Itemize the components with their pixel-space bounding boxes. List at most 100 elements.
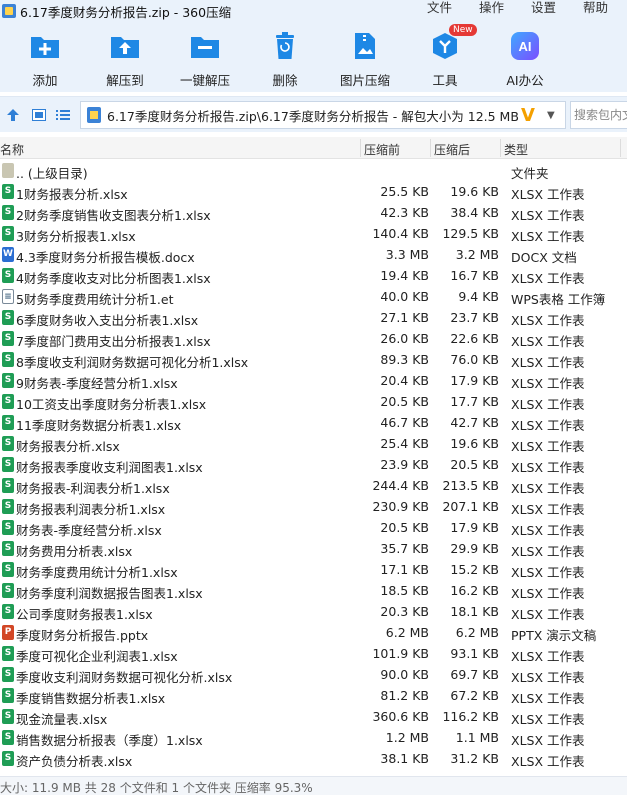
file-type: XLSX 工作表 <box>511 460 585 475</box>
file-name: 现金流量表.xlsx <box>16 712 108 727</box>
svg-text:AI: AI <box>519 39 532 54</box>
tools-button[interactable]: New 工具 <box>410 24 480 89</box>
xlsx-file-icon: S <box>2 205 14 220</box>
menu-settings[interactable]: 设置 <box>531 0 556 16</box>
file-name: 财务季度费用统计分析1.xlsx <box>16 565 178 580</box>
file-name: 2财务季度销售收支图表分析1.xlsx <box>16 208 211 223</box>
file-row[interactable]: S 季度可视化企业利润表1.xlsx 101.9 KB 93.1 KB XLSX 工作表 <box>0 643 627 664</box>
file-type: XLSX 工作表 <box>511 313 585 328</box>
file-packed-size: 67.2 KB <box>450 688 499 703</box>
file-packed-size: 3.2 MB <box>455 247 499 262</box>
file-row[interactable]: S 财务报表分析.xlsx 25.4 KB 19.6 KB XLSX 工作表 <box>0 433 627 454</box>
brand-v-icon[interactable]: V <box>521 105 541 126</box>
one-click-extract-button[interactable]: 一键解压 <box>170 30 240 89</box>
file-row[interactable]: S 3财务分析报表1.xlsx 140.4 KB 129.5 KB XLSX 工作表 <box>0 223 627 244</box>
file-row[interactable]: W 4.3季度财务分析报告模板.docx 3.3 MB 3.2 MB DOCX 文档 <box>0 244 627 265</box>
add-button[interactable]: 添加 <box>10 30 80 89</box>
xlsx-file-icon: S <box>2 331 14 346</box>
file-row[interactable]: S 2财务季度销售收支图表分析1.xlsx 42.3 KB 38.4 KB XLSX 工… <box>0 202 627 223</box>
file-row[interactable]: S 季度销售数据分析表1.xlsx 81.2 KB 67.2 KB XLSX 工作表 <box>0 685 627 706</box>
parent-directory-row[interactable]: .. (上级目录) 文件夹 <box>0 160 627 181</box>
file-size: 42.3 KB <box>380 205 429 220</box>
file-packed-size: 129.5 KB <box>442 226 499 241</box>
xlsx-file-icon: S <box>2 352 14 367</box>
address-bar[interactable]: 6.17季度财务分析报告.zip\6.17季度财务分析报告 - 解包大小为 12… <box>80 101 566 129</box>
file-row[interactable]: S 季度收支利润财务数据可视化分析.xlsx 90.0 KB 69.7 KB XLSX … <box>0 664 627 685</box>
file-row[interactable]: S 10工资支出季度财务分析表1.xlsx 20.5 KB 17.7 KB XLSX 工… <box>0 391 627 412</box>
file-type: XLSX 工作表 <box>511 754 585 769</box>
file-packed-size: 17.7 KB <box>450 394 499 409</box>
menu-operate[interactable]: 操作 <box>479 0 504 16</box>
column-type[interactable]: 类型 <box>504 141 528 158</box>
file-row[interactable]: S 财务费用分析表.xlsx 35.7 KB 29.9 KB XLSX 工作表 <box>0 538 627 559</box>
file-name: 财务报表-利润表分析1.xlsx <box>16 481 170 496</box>
extract-to-label: 解压到 <box>106 73 144 88</box>
file-type: XLSX 工作表 <box>511 355 585 370</box>
file-size: 46.7 KB <box>380 415 429 430</box>
column-divider[interactable] <box>430 139 431 157</box>
file-type: XLSX 工作表 <box>511 229 585 244</box>
column-packed[interactable]: 压缩后 <box>434 141 470 158</box>
image-compress-icon <box>349 30 381 62</box>
file-row[interactable]: S 8季度收支利润财务数据可视化分析1.xlsx 89.3 KB 76.0 KB XLS… <box>0 349 627 370</box>
xlsx-file-icon: S <box>2 184 14 199</box>
extract-to-button[interactable]: 解压到 <box>90 30 160 89</box>
xlsx-file-icon: S <box>2 499 14 514</box>
file-row[interactable]: S 6季度财务收入支出分析表1.xlsx 27.1 KB 23.7 KB XLSX 工作… <box>0 307 627 328</box>
file-row[interactable]: S 销售数据分析报表（季度）1.xlsx 1.2 MB 1.1 MB XLSX 工作表 <box>0 727 627 748</box>
address-row: 6.17季度财务分析报告.zip\6.17季度财务分析报告 - 解包大小为 12… <box>0 96 627 132</box>
image-compress-button[interactable]: 图片压缩 <box>330 30 400 89</box>
file-size: 19.4 KB <box>380 268 429 283</box>
file-row[interactable]: S 财务报表利润表分析1.xlsx 230.9 KB 207.1 KB XLSX 工作表 <box>0 496 627 517</box>
file-row[interactable]: S 财务季度利润数据报告图表1.xlsx 18.5 KB 16.2 KB XLSX 工作… <box>0 580 627 601</box>
file-row[interactable]: S 7季度部门费用支出分析报表1.xlsx 26.0 KB 22.6 KB XLSX 工… <box>0 328 627 349</box>
column-divider[interactable] <box>620 139 621 157</box>
file-row[interactable]: S 现金流量表.xlsx 360.6 KB 116.2 KB XLSX 工作表 <box>0 706 627 727</box>
file-type: XLSX 工作表 <box>511 418 585 433</box>
file-name: 季度财务分析报告.pptx <box>16 628 149 643</box>
file-row[interactable]: S 11季度财务数据分析表1.xlsx 46.7 KB 42.7 KB XLSX 工作表 <box>0 412 627 433</box>
file-type: DOCX 文档 <box>511 250 577 265</box>
et-file-icon: ≡ <box>2 289 14 304</box>
search-input[interactable]: 搜索包内文 <box>570 101 627 129</box>
file-row[interactable]: S 财务报表-利润表分析1.xlsx 244.4 KB 213.5 KB XLSX 工作… <box>0 475 627 496</box>
file-row[interactable]: S 财务报表季度收支利润图表1.xlsx 23.9 KB 20.5 KB XLSX 工作… <box>0 454 627 475</box>
column-name[interactable]: 名称 <box>0 141 24 158</box>
column-size[interactable]: 压缩前 <box>364 141 400 158</box>
file-row[interactable]: S 公司季度财务报表1.xlsx 20.3 KB 18.1 KB XLSX 工作表 <box>0 601 627 622</box>
file-row[interactable]: P 季度财务分析报告.pptx 6.2 MB 6.2 MB PPTX 演示文稿 <box>0 622 627 643</box>
xlsx-file-icon: S <box>2 436 14 451</box>
file-size: 89.3 KB <box>380 352 429 367</box>
view-list-icon[interactable] <box>55 107 71 123</box>
file-type: XLSX 工作表 <box>511 376 585 391</box>
column-divider[interactable] <box>500 139 501 157</box>
file-packed-size: 17.9 KB <box>450 373 499 388</box>
file-row[interactable]: S 1财务报表分析.xlsx 25.5 KB 19.6 KB XLSX 工作表 <box>0 181 627 202</box>
pptx-file-icon: P <box>2 625 14 640</box>
file-size: 27.1 KB <box>380 310 429 325</box>
up-arrow-icon[interactable] <box>5 107 21 123</box>
menu-file[interactable]: 文件 <box>427 0 452 16</box>
file-row[interactable]: S 财务表-季度经营分析.xlsx 20.5 KB 17.9 KB XLSX 工作表 <box>0 517 627 538</box>
file-packed-size: 17.9 KB <box>450 520 499 535</box>
file-size: 26.0 KB <box>380 331 429 346</box>
view-thumbnail-icon[interactable] <box>31 107 47 123</box>
file-row[interactable]: S 财务季度费用统计分析1.xlsx 17.1 KB 15.2 KB XLSX 工作表 <box>0 559 627 580</box>
file-row[interactable]: S 资产负债分析表.xlsx 38.1 KB 31.2 KB XLSX 工作表 <box>0 748 627 769</box>
chevron-down-icon[interactable]: ▼ <box>547 110 565 121</box>
file-name: 财务表-季度经营分析.xlsx <box>16 523 162 538</box>
file-type: XLSX 工作表 <box>511 586 585 601</box>
menu-help[interactable]: 帮助 <box>583 0 608 16</box>
column-divider[interactable] <box>360 139 361 157</box>
xlsx-file-icon: S <box>2 394 14 409</box>
file-packed-size: 1.1 MB <box>455 730 499 745</box>
status-bar: 大小: 11.9 MB 共 28 个文件和 1 个文件夹 压缩率 95.3% <box>0 776 627 795</box>
file-packed-size: 42.7 KB <box>450 415 499 430</box>
ai-office-button[interactable]: AI AI办公 <box>490 30 560 89</box>
file-row[interactable]: S 9财务表-季度经营分析1.xlsx 20.4 KB 17.9 KB XLSX 工作表 <box>0 370 627 391</box>
file-name: 销售数据分析报表（季度）1.xlsx <box>16 733 203 748</box>
delete-button[interactable]: 删除 <box>250 30 320 89</box>
file-row[interactable]: S 4财务季度收支对比分析图表1.xlsx 19.4 KB 16.7 KB XLSX 工… <box>0 265 627 286</box>
file-row[interactable]: ≡ 5财务季度费用统计分析1.et 40.0 KB 9.4 KB WPS表格 工作簿 <box>0 286 627 307</box>
xlsx-file-icon: S <box>2 730 14 745</box>
